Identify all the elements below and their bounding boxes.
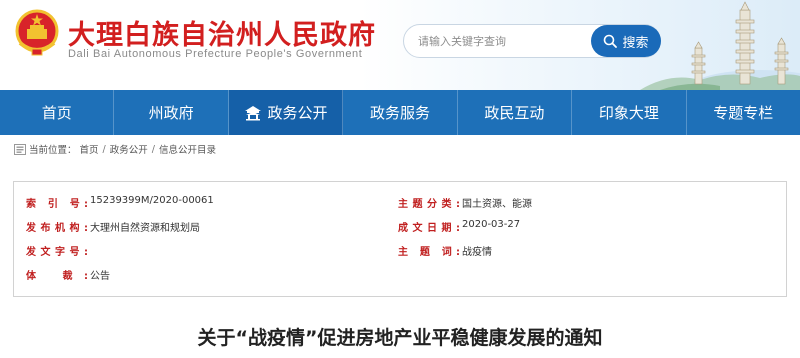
nav-item-government[interactable]: 州政府 <box>114 90 229 135</box>
info-date-row: 成文日期: 2020-03-27 <box>398 219 520 234</box>
site-subtitle: Dali Bai Autonomous Prefecture People's … <box>68 48 363 60</box>
site-title: 大理白族自治州人民政府 <box>68 20 376 51</box>
location-icon <box>14 143 26 155</box>
nav-item-label: 政务公开 <box>267 104 328 122</box>
info-index-row: 索 引 号: 15239399M/2020-00061 <box>26 195 214 210</box>
nav-item-government-affairs[interactable]: 政务公开 <box>228 90 344 135</box>
breadcrumb-separator: / <box>151 143 155 155</box>
info-publisher-value: 大理州自然资源和规划局 <box>90 223 200 234</box>
info-subject-value: 战疫情 <box>462 247 492 258</box>
search-input[interactable] <box>418 26 590 56</box>
article-title: 关于“战疫情”促进房地产业平稳健康发展的通知 <box>197 327 603 349</box>
nav-item-label: 首页 <box>41 104 72 122</box>
nav-item-interaction[interactable]: 政民互动 <box>458 90 573 135</box>
search-icon <box>604 34 618 48</box>
info-subject-row: 主 题 词: 战疫情 <box>398 243 492 258</box>
nav-item-impression-dali[interactable]: 印象大理 <box>572 90 687 135</box>
info-category-value: 国土资源、能源 <box>462 199 532 210</box>
info-genre-value: 公告 <box>90 271 110 282</box>
info-publisher-row: 发布机构: 大理州自然资源和规划局 <box>26 219 200 234</box>
main-nav: 首页 州政府 政务公开 政务服务 政民互动 印象大理 专题专栏 <box>0 90 800 135</box>
nav-item-label: 印象大理 <box>598 104 659 122</box>
nav-item-label: 专题专栏 <box>713 104 774 122</box>
info-index-value: 15239399M/2020-00061 <box>90 195 214 206</box>
info-date-label: 成文日期: <box>398 223 460 234</box>
info-doc-no-label: 发文字号: <box>26 247 88 258</box>
document-info-box: 索 引 号: 15239399M/2020-00061 发布机构: 大理州自然资… <box>13 181 787 297</box>
nav-item-special-topics[interactable]: 专题专栏 <box>687 90 800 135</box>
breadcrumb-home[interactable]: 首页 <box>80 142 99 156</box>
breadcrumb-government-affairs[interactable]: 政务公开 <box>110 142 148 156</box>
info-genre-row: 体 裁: 公告 <box>26 267 110 282</box>
info-date-value: 2020-03-27 <box>462 219 521 230</box>
info-subject-label: 主 题 词: <box>398 247 460 258</box>
pagoda-illustration <box>640 1 800 90</box>
nav-item-label: 政民互动 <box>484 104 545 122</box>
info-publisher-label: 发布机构: <box>26 223 88 234</box>
nav-item-label: 州政府 <box>148 104 194 122</box>
nav-item-home[interactable]: 首页 <box>0 90 115 135</box>
info-category-row: 主题分类: 国土资源、能源 <box>398 195 532 210</box>
breadcrumb-info-catalog[interactable]: 信息公开目录 <box>159 142 216 156</box>
national-emblem-icon <box>15 9 59 56</box>
nav-item-government-services[interactable]: 政务服务 <box>343 90 458 135</box>
breadcrumb-prefix: 当前位置： <box>29 145 77 156</box>
info-index-label: 索 引 号: <box>26 199 88 210</box>
breadcrumb-separator: / <box>102 143 106 155</box>
info-doc-no-row: 发文字号: <box>26 243 90 258</box>
info-category-label: 主题分类: <box>398 199 460 210</box>
breadcrumb: 当前位置： 首页 / 政务公开 / 信息公开目录 <box>14 142 216 156</box>
nav-item-label: 政务服务 <box>369 104 430 122</box>
info-genre-label: 体 裁: <box>26 271 88 282</box>
site-header: 大理白族自治州人民政府 Dali Bai Autonomous Prefectu… <box>0 0 800 90</box>
pavilion-icon <box>244 105 261 120</box>
